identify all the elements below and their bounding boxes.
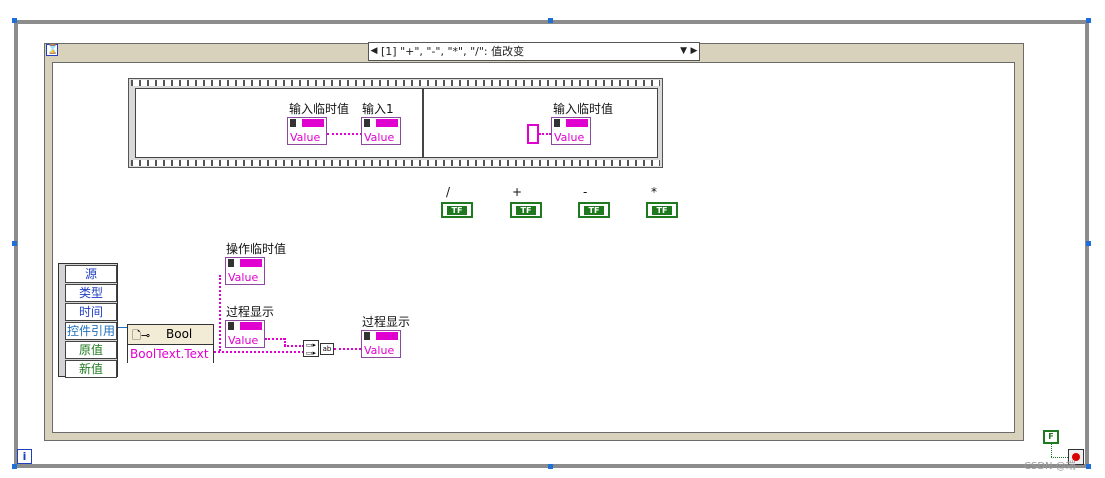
next-case-icon[interactable]: ▶: [689, 43, 699, 60]
bool-plus-terminal[interactable]: TF: [510, 202, 542, 218]
case-label: [1] "+", "-", "*", "/": 值改变: [381, 45, 525, 58]
frame1-output-label: 输入1: [362, 102, 394, 116]
event-timeout-icon[interactable]: ⌛: [46, 44, 58, 56]
loop-handle-left[interactable]: [12, 241, 17, 246]
watermark: CSDN @端: [1024, 461, 1076, 472]
event-data-oldval[interactable]: 原值: [65, 341, 117, 359]
loop-handle-br[interactable]: [1086, 464, 1091, 469]
process1-label: 过程显示: [226, 305, 275, 319]
bool-label-divide: /: [446, 185, 451, 199]
property-text[interactable]: BoolText.Text: [128, 344, 213, 363]
loop-handle-bottom[interactable]: [548, 464, 553, 469]
false-constant[interactable]: F: [1043, 430, 1059, 444]
frame2-local[interactable]: Value: [551, 117, 591, 145]
wire-process2[interactable]: [334, 348, 361, 350]
wire-prop-up[interactable]: [219, 275, 221, 351]
frame2-label: 输入临时值: [553, 102, 614, 116]
event-data-ctlref[interactable]: 控件引用: [65, 322, 117, 340]
wire-process1[interactable]: [265, 338, 285, 340]
event-data-node[interactable]: 源 类型 时间 控件引用 原值 新值: [58, 263, 118, 378]
film-holes-top: [131, 80, 660, 86]
property-node[interactable]: 🗋⊸ Bool BoolText.Text: [127, 324, 214, 363]
op-temp-local[interactable]: Value: [225, 257, 265, 285]
event-data-source[interactable]: 源: [65, 265, 117, 283]
iteration-terminal[interactable]: i: [17, 449, 32, 464]
frame1-input-label: 输入临时值: [289, 102, 350, 116]
bool-label-multiply: *: [651, 185, 657, 199]
ref-type-label: Bool: [166, 327, 193, 341]
wire-stop-v[interactable]: [1051, 444, 1052, 457]
frame1-output-local[interactable]: Value: [361, 117, 401, 145]
loop-handle-right[interactable]: [1086, 241, 1091, 246]
empty-string-constant[interactable]: [527, 124, 539, 144]
wire-frame1[interactable]: [327, 133, 362, 135]
concat-strings-node[interactable]: ▭▸ ▭▸: [303, 340, 319, 357]
bool-multiply-terminal[interactable]: TF: [646, 202, 678, 218]
prev-case-icon[interactable]: ◀: [369, 43, 379, 60]
bool-minus-terminal[interactable]: TF: [578, 202, 610, 218]
sequence-frame-2: [423, 88, 658, 158]
event-case-selector[interactable]: ◀ [1] "+", "-", "*", "/": 值改变 ▼ ▶: [368, 42, 700, 61]
process2-local[interactable]: Value: [361, 330, 401, 358]
process2-label: 过程显示: [362, 315, 411, 329]
loop-handle-tl[interactable]: [12, 18, 17, 23]
bool-label-minus: -: [583, 185, 588, 199]
film-holes-bottom: [131, 160, 660, 166]
frame1-input-local[interactable]: Value: [287, 117, 327, 145]
wire-frame2[interactable]: [539, 133, 551, 135]
loop-handle-top[interactable]: [548, 18, 553, 23]
loop-handle-bl[interactable]: [12, 464, 17, 469]
op-temp-label: 操作临时值: [226, 242, 287, 256]
wire-prop-out[interactable]: [214, 351, 304, 353]
bool-divide-terminal[interactable]: TF: [441, 202, 473, 218]
loop-handle-tr[interactable]: [1086, 18, 1091, 23]
concat-output-node[interactable]: ab: [320, 343, 334, 355]
event-data-time[interactable]: 时间: [65, 303, 117, 321]
process1-local[interactable]: Value: [225, 320, 265, 348]
wire-process1-b[interactable]: [284, 345, 304, 347]
event-data-type[interactable]: 类型: [65, 284, 117, 302]
case-dropdown-icon[interactable]: ▼: [680, 43, 687, 60]
bool-label-plus: +: [512, 185, 523, 199]
event-data-newval[interactable]: 新值: [65, 360, 117, 378]
